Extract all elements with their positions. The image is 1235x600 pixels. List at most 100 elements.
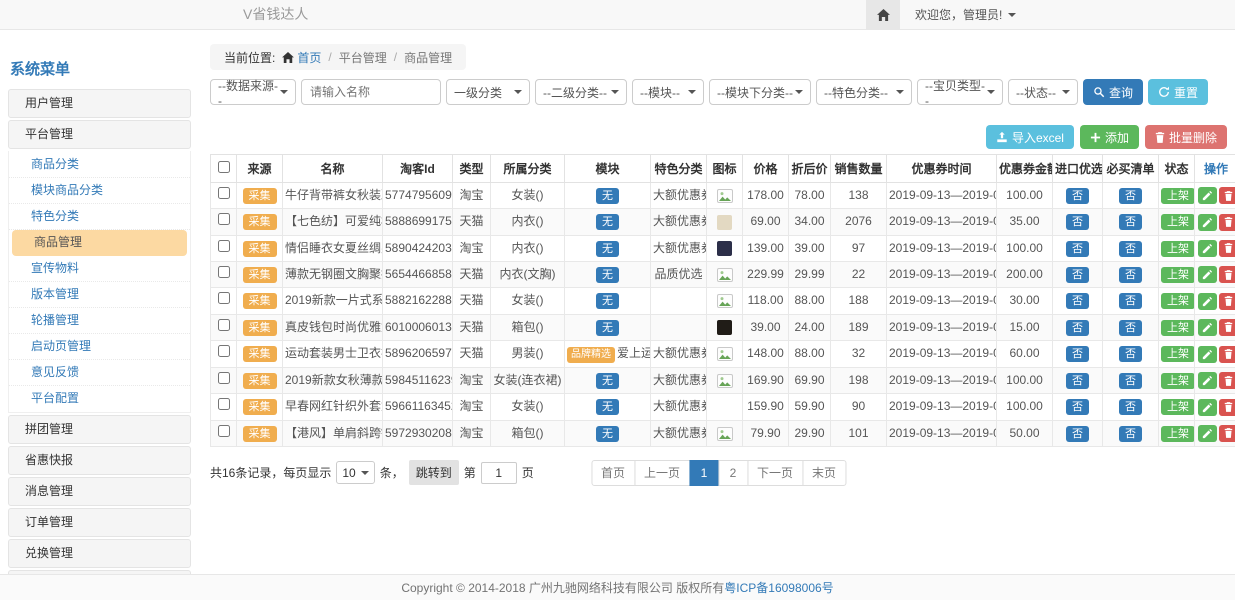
select-all-checkbox[interactable] (218, 161, 230, 173)
delete-button[interactable] (1219, 372, 1235, 389)
module-badge[interactable]: 品牌精选 (567, 347, 615, 363)
sidebar-item[interactable]: 拼团管理 (8, 415, 191, 444)
status-badge[interactable]: 上架 (1161, 373, 1195, 389)
row-checkbox[interactable] (218, 398, 230, 410)
filter-select[interactable]: --模块-- (632, 79, 704, 105)
must-buy-toggle-badge[interactable]: 否 (1119, 293, 1142, 309)
must-buy-toggle-badge[interactable]: 否 (1119, 188, 1142, 204)
name-filter-input[interactable] (301, 79, 441, 105)
import-toggle-badge[interactable]: 否 (1066, 399, 1089, 415)
page-size-select[interactable]: 10 (336, 461, 374, 484)
import-toggle-badge[interactable]: 否 (1066, 426, 1089, 442)
row-checkbox[interactable] (218, 372, 230, 384)
sidebar-subitem[interactable]: 意见反馈 (9, 360, 190, 386)
icp-link[interactable]: 粤ICP备16098006号 (724, 579, 833, 596)
module-badge[interactable]: 无 (596, 320, 619, 336)
delete-button[interactable] (1219, 399, 1235, 416)
edit-button[interactable] (1198, 266, 1217, 283)
delete-button[interactable] (1219, 346, 1235, 363)
sidebar-item[interactable]: 平台管理 (8, 120, 191, 149)
filter-select[interactable]: 一级分类 (446, 79, 530, 105)
sidebar-item[interactable]: 兑换管理 (8, 539, 191, 568)
delete-button[interactable] (1219, 293, 1235, 310)
page-button[interactable]: 1 (689, 460, 719, 486)
edit-button[interactable] (1198, 425, 1217, 442)
breadcrumb-home-link[interactable]: 首页 (282, 49, 321, 66)
module-badge[interactable]: 无 (596, 188, 619, 204)
delete-button[interactable] (1219, 187, 1235, 204)
edit-button[interactable] (1198, 214, 1217, 231)
must-buy-toggle-badge[interactable]: 否 (1119, 373, 1142, 389)
edit-button[interactable] (1198, 346, 1217, 363)
status-badge[interactable]: 上架 (1161, 426, 1195, 442)
module-badge[interactable]: 无 (596, 373, 619, 389)
filter-select[interactable]: --宝贝类型-- (917, 79, 1003, 105)
must-buy-toggle-badge[interactable]: 否 (1119, 346, 1142, 362)
must-buy-toggle-badge[interactable]: 否 (1119, 320, 1142, 336)
page-button[interactable]: 上一页 (634, 460, 690, 486)
sidebar-item[interactable]: 用户管理 (8, 89, 191, 118)
status-badge[interactable]: 上架 (1161, 399, 1195, 415)
page-button[interactable]: 首页 (591, 460, 635, 486)
delete-button[interactable] (1219, 266, 1235, 283)
must-buy-toggle-badge[interactable]: 否 (1119, 241, 1142, 257)
module-badge[interactable]: 无 (596, 267, 619, 283)
filter-select[interactable]: --数据来源-- (210, 79, 296, 105)
sidebar-subitem[interactable]: 轮播管理 (9, 308, 190, 334)
import-toggle-badge[interactable]: 否 (1066, 373, 1089, 389)
sidebar-subitem[interactable]: 模块商品分类 (9, 178, 190, 204)
jump-button[interactable]: 跳转到 (409, 460, 459, 485)
page-button[interactable]: 下一页 (747, 460, 803, 486)
sidebar-item[interactable]: 订单管理 (8, 508, 191, 537)
status-badge[interactable]: 上架 (1161, 320, 1195, 336)
jump-page-input[interactable] (481, 462, 517, 484)
module-badge[interactable]: 无 (596, 214, 619, 230)
sidebar-item[interactable]: 消息管理 (8, 477, 191, 506)
status-badge[interactable]: 上架 (1161, 267, 1195, 283)
module-badge[interactable]: 无 (596, 399, 619, 415)
delete-button[interactable] (1219, 214, 1235, 231)
filter-select[interactable]: --特色分类-- (816, 79, 912, 105)
page-button[interactable]: 2 (718, 460, 748, 486)
row-checkbox[interactable] (218, 266, 230, 278)
must-buy-toggle-badge[interactable]: 否 (1119, 399, 1142, 415)
status-badge[interactable]: 上架 (1161, 188, 1195, 204)
import-toggle-badge[interactable]: 否 (1066, 293, 1089, 309)
add-button[interactable]: 添加 (1080, 125, 1139, 149)
edit-button[interactable] (1198, 293, 1217, 310)
filter-select[interactable]: --模块下分类-- (709, 79, 811, 105)
row-checkbox[interactable] (218, 187, 230, 199)
must-buy-toggle-badge[interactable]: 否 (1119, 426, 1142, 442)
sidebar-subitem[interactable]: 宣传物料 (9, 256, 190, 282)
sidebar-subitem[interactable]: 版本管理 (9, 282, 190, 308)
row-checkbox[interactable] (218, 292, 230, 304)
import-excel-button[interactable]: 导入excel (986, 125, 1074, 149)
edit-button[interactable] (1198, 319, 1217, 336)
sidebar-item[interactable]: 省惠快报 (8, 446, 191, 475)
row-checkbox[interactable] (218, 240, 230, 252)
delete-button[interactable] (1219, 425, 1235, 442)
status-badge[interactable]: 上架 (1161, 241, 1195, 257)
row-checkbox[interactable] (218, 345, 230, 357)
edit-button[interactable] (1198, 372, 1217, 389)
row-checkbox[interactable] (218, 319, 230, 331)
sidebar-subitem[interactable]: 平台配置 (9, 386, 190, 411)
delete-button[interactable] (1219, 319, 1235, 336)
edit-button[interactable] (1198, 187, 1217, 204)
filter-select[interactable]: --二级分类-- (535, 79, 627, 105)
module-badge[interactable]: 无 (596, 293, 619, 309)
import-toggle-badge[interactable]: 否 (1066, 214, 1089, 230)
status-badge[interactable]: 上架 (1161, 346, 1195, 362)
status-badge[interactable]: 上架 (1161, 293, 1195, 309)
sidebar-subitem[interactable]: 商品分类 (9, 152, 190, 178)
must-buy-toggle-badge[interactable]: 否 (1119, 214, 1142, 230)
sidebar-subitem[interactable]: 启动页管理 (9, 334, 190, 360)
status-badge[interactable]: 上架 (1161, 214, 1195, 230)
page-button[interactable]: 末页 (802, 460, 846, 486)
module-badge[interactable]: 无 (596, 426, 619, 442)
import-toggle-badge[interactable]: 否 (1066, 188, 1089, 204)
import-toggle-badge[interactable]: 否 (1066, 320, 1089, 336)
batch-delete-button[interactable]: 批量删除 (1145, 125, 1227, 149)
module-badge[interactable]: 无 (596, 241, 619, 257)
import-toggle-badge[interactable]: 否 (1066, 241, 1089, 257)
